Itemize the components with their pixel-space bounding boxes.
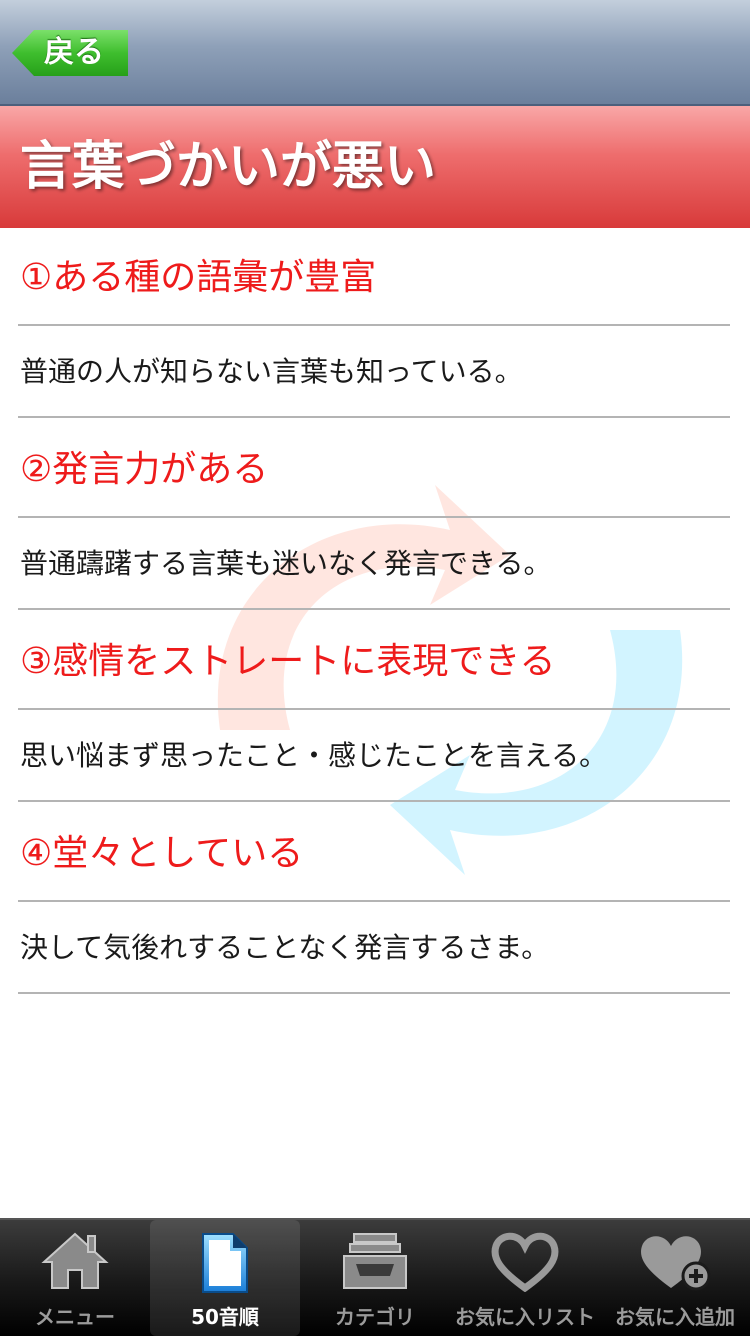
heart-icon	[491, 1232, 559, 1292]
tab-category[interactable]: カテゴリ	[300, 1220, 450, 1336]
list-item-body: 決して気後れすることなく発言するさま。	[20, 931, 550, 964]
inbox-icon	[343, 1233, 407, 1289]
tab-label: カテゴリ	[335, 1305, 415, 1329]
divider	[18, 608, 730, 610]
divider	[18, 900, 730, 902]
divider	[18, 992, 730, 994]
document-icon	[202, 1233, 248, 1293]
tab-add-favorite[interactable]: お気に入追加	[600, 1220, 750, 1336]
list-item-body: 普通躊躇する言葉も迷いなく発言できる。	[20, 547, 552, 580]
home-icon	[41, 1232, 109, 1289]
tab-label: お気に入追加	[615, 1305, 735, 1329]
heart-add-icon	[641, 1236, 711, 1291]
list-item-body: 普通の人が知らない言葉も知っている。	[20, 355, 523, 388]
page-title: 言葉づかいが悪い	[20, 137, 437, 197]
tab-menu[interactable]: メニュー	[0, 1220, 150, 1336]
list-item-body: 思い悩まず思ったこと・感じたことを言える。	[20, 739, 608, 772]
navigation-bar: 戻る	[0, 0, 750, 106]
tab-label: 50音順	[191, 1305, 259, 1329]
divider	[18, 516, 730, 518]
title-band: 言葉づかいが悪い	[0, 106, 750, 228]
list-item-heading: ④堂々としている	[20, 833, 304, 874]
tab-alphabetical[interactable]: 50音順	[150, 1220, 300, 1336]
tab-label: メニュー	[35, 1305, 115, 1329]
tab-label: お気に入リスト	[455, 1305, 595, 1329]
divider	[18, 708, 730, 710]
list-item-heading: ①ある種の語彙が豊富	[20, 257, 377, 298]
divider	[18, 324, 730, 326]
divider	[18, 800, 730, 802]
list-item-heading: ③感情をストレートに表現できる	[20, 641, 556, 682]
back-button[interactable]: 戻る	[12, 30, 128, 76]
tab-favorites-list[interactable]: お気に入リスト	[450, 1220, 600, 1336]
list-item-heading: ②発言力がある	[20, 449, 269, 490]
divider	[18, 416, 730, 418]
tab-bar: メニュー 50音順 カテゴリ お気に入リスト お気に入追加	[0, 1218, 750, 1336]
